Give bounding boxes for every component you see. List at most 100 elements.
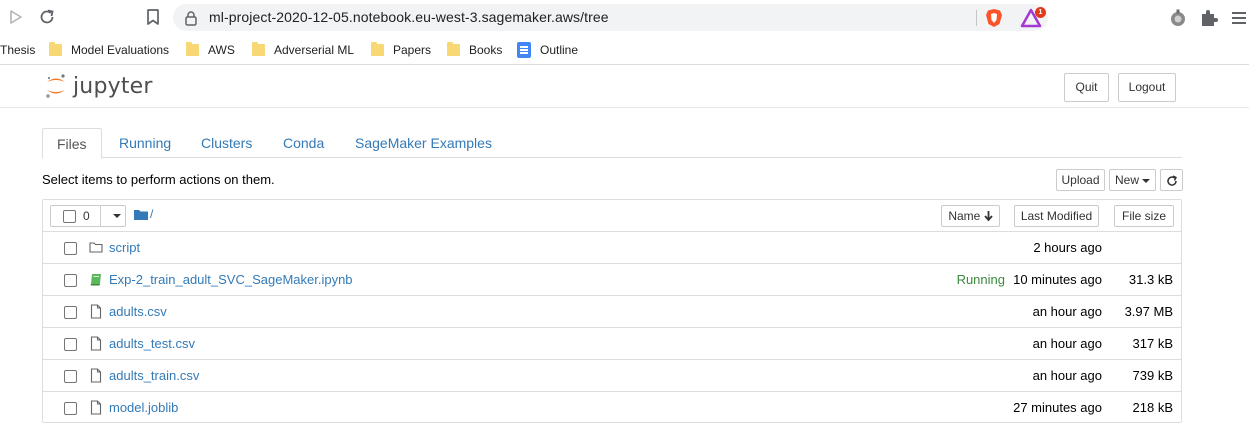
item-size: 31.3 kB [1128,272,1173,287]
row-checkbox[interactable] [64,274,77,287]
row-checkbox[interactable] [64,338,77,351]
home-folder-icon[interactable] [134,209,148,220]
sort-size-button[interactable]: File size [1114,205,1174,227]
forward-icon[interactable] [6,7,26,27]
list-item[interactable]: adults.csv an hour ago 3.97 MB [43,296,1181,328]
row-checkbox[interactable] [64,242,77,255]
bookmarks-bar: Thesis Model Evaluations AWS Adverserial… [0,35,1249,65]
bookmark-thesis[interactable]: Thesis [0,41,35,59]
item-name[interactable]: adults_train.csv [109,368,199,383]
item-modified: 10 minutes ago [1013,272,1102,287]
file-list-header: 0 / Name Last Modified File size [43,200,1181,232]
bookmark-label: Adverserial ML [274,43,355,57]
sort-modified-button[interactable]: Last Modified [1014,205,1099,227]
lock-icon [185,11,197,26]
extension-icon[interactable] [1168,8,1188,28]
running-status: Running [956,272,1005,287]
chevron-down-icon[interactable] [113,214,121,218]
refresh-icon [1166,175,1177,186]
bookmark-papers[interactable]: Papers [371,41,431,59]
item-size: 739 kB [1132,368,1173,383]
bookmark-label: Books [469,43,503,57]
chevron-down-icon [1142,178,1150,183]
address-bar[interactable]: ml-project-2020-12-05.notebook.eu-west-3… [173,4,1048,31]
bookmark-star-icon[interactable] [143,7,163,27]
menu-icon[interactable] [1229,8,1249,28]
bookmark-model-evaluations[interactable]: Model Evaluations [49,41,169,59]
browser-toolbar: ml-project-2020-12-05.notebook.eu-west-3… [0,0,1249,35]
tab-sagemaker-examples[interactable]: SageMaker Examples [341,128,506,158]
tab-files[interactable]: Files [42,128,102,159]
file-list: 0 / Name Last Modified File size script … [42,199,1182,423]
bookmark-adverserial-ml[interactable]: Adverserial ML [252,41,354,59]
list-item[interactable]: adults_train.csv an hour ago 739 kB [43,360,1181,392]
breadcrumb[interactable]: / [150,207,153,221]
tab-bar: Files Running Clusters Conda SageMaker E… [42,128,1182,159]
list-item[interactable]: adults_test.csv an hour ago 317 kB [43,328,1181,360]
list-item[interactable]: script 2 hours ago [43,232,1181,264]
upload-button[interactable]: Upload [1056,169,1105,191]
bookmark-outline[interactable]: Outline [517,41,578,59]
item-modified: an hour ago [1032,336,1102,351]
bookmark-label: Thesis [0,43,36,57]
bookmark-books[interactable]: Books [447,41,502,59]
select-divider [100,206,101,226]
arrow-down-icon [983,211,993,222]
list-item[interactable]: Exp-2_train_adult_SVC_SageMaker.ipynb Ru… [43,264,1181,296]
folder-icon [447,42,460,56]
instructions-text: Select items to perform actions on them. [42,172,275,187]
refresh-button[interactable] [1160,169,1183,191]
logout-button[interactable]: Logout [1118,73,1176,102]
new-button-label: New [1114,173,1139,187]
row-checkbox[interactable] [64,402,77,415]
quit-button[interactable]: Quit [1064,73,1109,102]
item-name[interactable]: adults_test.csv [109,336,195,351]
folder-icon [49,42,62,56]
bookmark-aws[interactable]: AWS [186,41,235,59]
folder-icon [252,42,265,56]
select-all-dropdown[interactable]: 0 [50,205,126,227]
list-item[interactable]: model.joblib 27 minutes ago 218 kB [43,392,1181,424]
tab-conda[interactable]: Conda [269,128,338,158]
selected-count: 0 [83,209,90,223]
item-name[interactable]: script [109,240,140,255]
bookmark-label: Model Evaluations [71,43,170,57]
item-modified: 2 hours ago [1033,240,1102,255]
puzzle-icon[interactable] [1199,8,1219,28]
select-all-checkbox[interactable] [63,210,76,223]
file-icon [90,336,102,351]
url-divider [976,10,977,26]
jupyter-header: jupyter Quit Logout [0,66,1249,108]
jupyter-logo-text: jupyter [73,73,153,99]
item-modified: 27 minutes ago [1013,400,1102,415]
notebook-icon [90,274,101,286]
reload-icon[interactable] [37,7,57,27]
bookmark-label: Outline [540,43,579,57]
item-modified: an hour ago [1032,368,1102,383]
item-size: 3.97 MB [1124,304,1173,319]
bookmark-label: AWS [208,43,235,57]
rewards-badge: 1 [1035,7,1046,18]
new-button[interactable]: New [1109,169,1156,191]
item-size: 218 kB [1132,400,1173,415]
folder-icon [89,242,103,253]
jupyter-logo[interactable]: jupyter [45,72,153,100]
file-icon [90,368,102,383]
item-size: 317 kB [1132,336,1173,351]
row-checkbox[interactable] [64,370,77,383]
sort-name-button[interactable]: Name [941,205,1000,227]
tab-running[interactable]: Running [105,128,185,158]
item-name[interactable]: Exp-2_train_adult_SVC_SageMaker.ipynb [109,272,353,287]
item-name[interactable]: model.joblib [109,400,178,415]
sort-name-label: Name [948,209,981,223]
row-checkbox[interactable] [64,306,77,319]
brave-shield-icon[interactable] [985,8,1003,28]
bookmark-label: Papers [393,43,432,57]
google-docs-icon [517,42,531,58]
file-icon [90,400,102,415]
file-icon [90,304,102,319]
item-name[interactable]: adults.csv [109,304,167,319]
jupyter-logo-icon [46,74,65,98]
tab-clusters[interactable]: Clusters [187,128,266,158]
folder-icon [186,42,199,56]
